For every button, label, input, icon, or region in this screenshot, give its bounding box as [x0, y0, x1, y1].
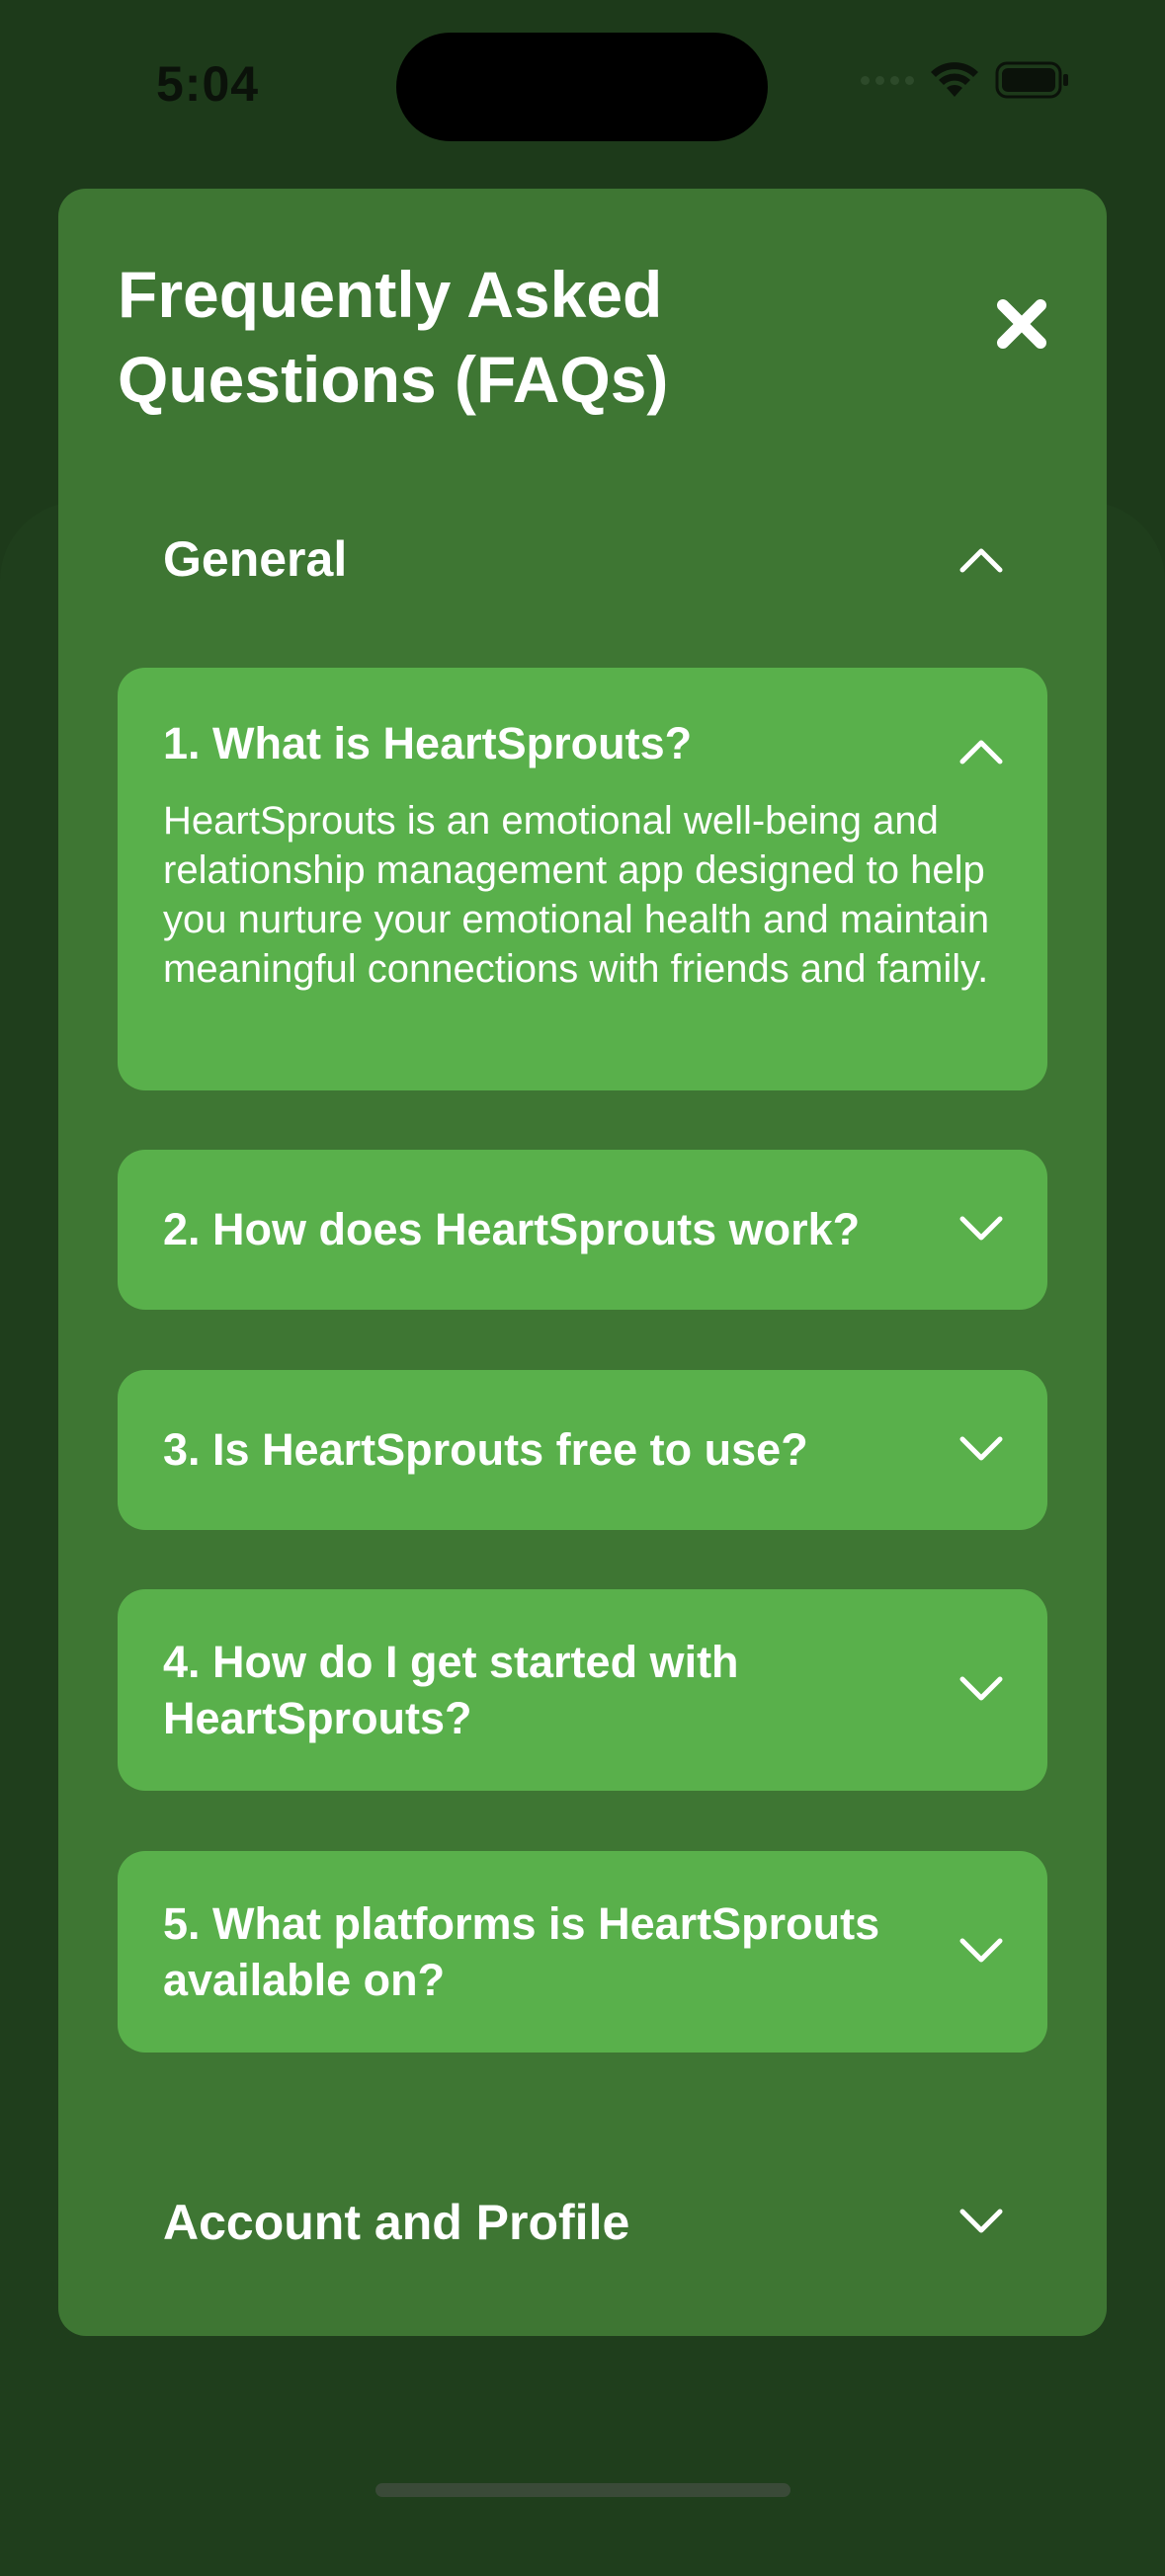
section-header-general[interactable]: General	[118, 505, 1047, 613]
section-header-account-and-profile[interactable]: Account and Profile	[118, 2168, 1047, 2277]
status-indicators	[861, 61, 1070, 99]
section-title: General	[163, 531, 348, 587]
chevron-up-icon	[959, 740, 1003, 765]
faq-question: 1. What is HeartSprouts?	[163, 718, 693, 768]
faq-question: 2. How does HeartSprouts work?	[163, 1204, 861, 1254]
close-icon	[997, 299, 1046, 349]
chevron-down-icon	[959, 1436, 1003, 1461]
faq-question: 3. Is HeartSprouts free to use?	[163, 1424, 808, 1475]
close-button[interactable]	[977, 280, 1066, 368]
faq-item-2[interactable]: 2. How does HeartSprouts work?	[118, 1150, 1047, 1310]
faq-question: 5. What platforms is HeartSprouts availa…	[163, 1898, 880, 2005]
faq-item-5[interactable]: 5. What platforms is HeartSprouts availa…	[118, 1851, 1047, 2053]
faq-question: 4. How do I get started with HeartSprout…	[163, 1637, 739, 1743]
faq-answer: HeartSprouts is an emotional well-being …	[163, 799, 990, 991]
section-title: Account and Profile	[163, 2195, 630, 2250]
chevron-down-icon	[959, 2209, 1003, 2233]
modal-title: Frequently Asked Questions (FAQs)	[118, 258, 669, 416]
chevron-down-icon	[959, 1938, 1003, 1963]
status-time: 5:04	[156, 56, 260, 112]
home-indicator[interactable]	[375, 2483, 791, 2497]
chevron-up-icon	[959, 548, 1003, 573]
chevron-down-icon	[959, 1216, 1003, 1241]
cellular-signal-icon	[861, 75, 914, 85]
wifi-icon	[931, 62, 978, 97]
faq-item-1[interactable]: 1. What is HeartSprouts? HeartSprouts is…	[118, 668, 1047, 1090]
faq-modal: Frequently Asked Questions (FAQs) Genera…	[58, 189, 1107, 2336]
battery-icon	[995, 61, 1068, 99]
dynamic-island	[396, 33, 768, 141]
faq-item-3[interactable]: 3. Is HeartSprouts free to use?	[118, 1370, 1047, 1530]
chevron-down-icon	[959, 1676, 1003, 1701]
faq-item-4[interactable]: 4. How do I get started with HeartSprout…	[118, 1589, 1047, 1791]
